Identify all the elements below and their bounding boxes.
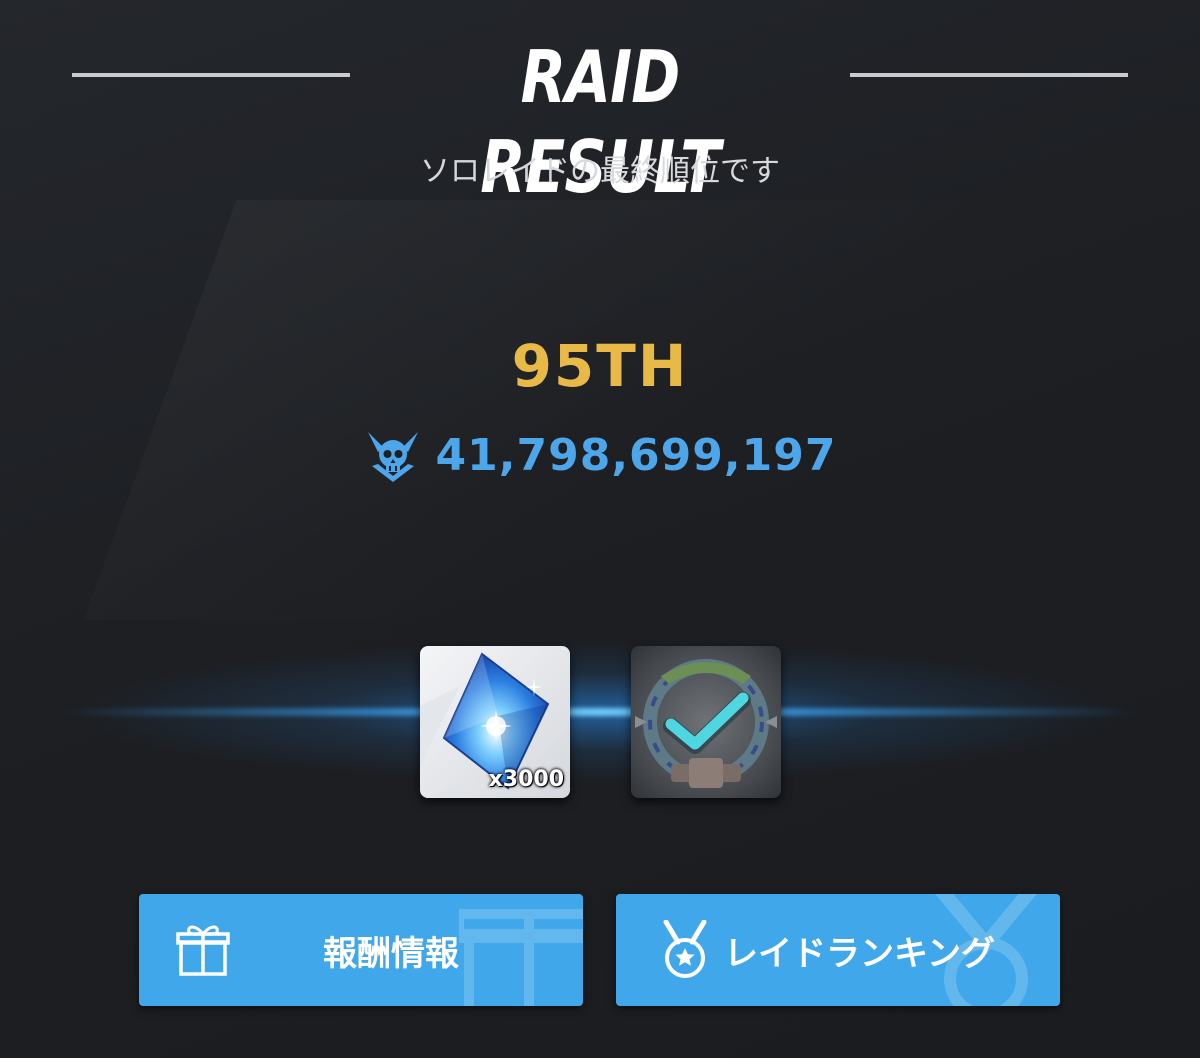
reward-item-gem[interactable]: x3000 bbox=[420, 646, 570, 798]
title-rule-right bbox=[850, 73, 1128, 77]
background-shape bbox=[83, 200, 1117, 620]
gift-icon bbox=[176, 925, 230, 976]
title-rule-left bbox=[72, 73, 350, 77]
damage-row: 41,798,699,197 bbox=[0, 425, 1200, 485]
final-rank: 95TH bbox=[511, 332, 689, 400]
completion-badge-check-icon bbox=[635, 659, 777, 788]
reward-quantity: x3000 bbox=[488, 767, 564, 792]
gift-watermark-icon bbox=[459, 909, 583, 1006]
medal-icon bbox=[663, 920, 707, 978]
raid-ranking-button[interactable]: レイドランキング bbox=[616, 894, 1060, 1006]
reward-glow-line bbox=[60, 708, 1140, 716]
reward-info-button[interactable]: 報酬情報 bbox=[139, 894, 583, 1006]
total-damage: 41,798,699,197 bbox=[435, 429, 837, 481]
reward-info-label: 報酬情報 bbox=[323, 933, 459, 974]
raid-ranking-label: レイドランキング bbox=[724, 933, 995, 974]
reward-item-badge[interactable] bbox=[631, 646, 781, 798]
skull-crest-icon bbox=[367, 432, 418, 482]
page-subtitle: ソロレイドの最終順位です bbox=[420, 154, 780, 189]
